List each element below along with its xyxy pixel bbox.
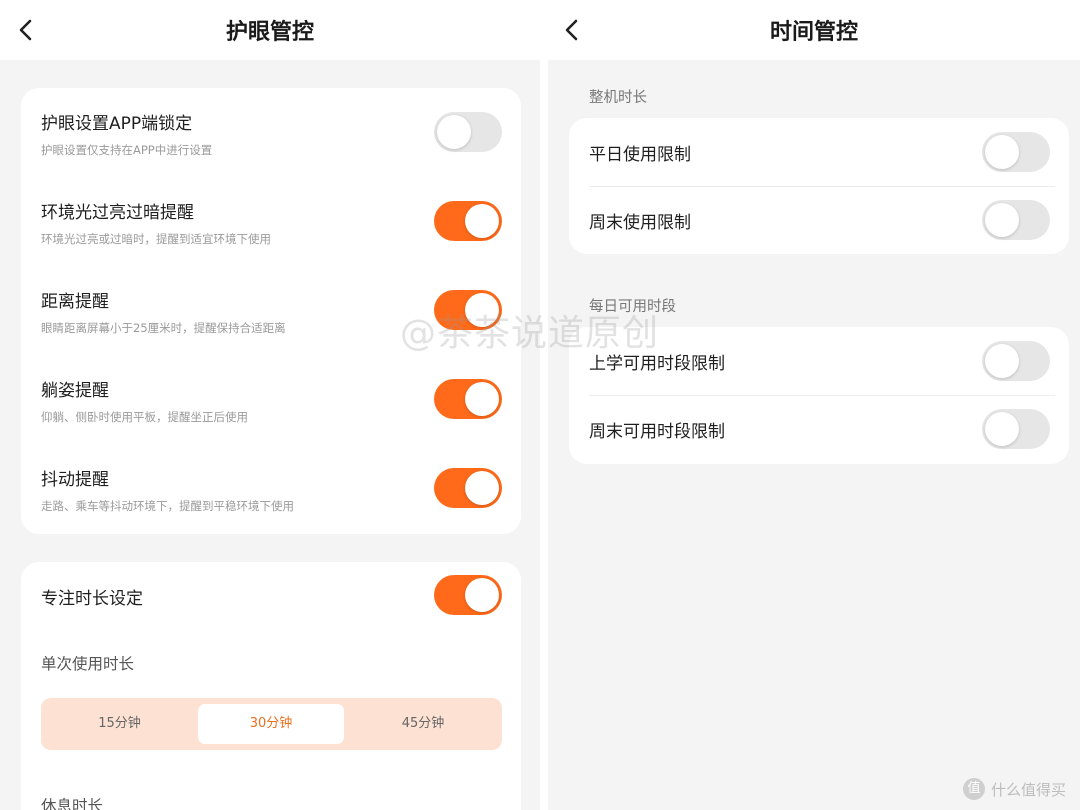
weekend-limit-toggle[interactable] bbox=[982, 200, 1050, 240]
duration-segmented-control: 15分钟 30分钟 45分钟 bbox=[41, 698, 502, 750]
rest-duration-label: 休息时长 bbox=[41, 797, 104, 810]
brand-text: 什么值得买 bbox=[990, 780, 1066, 799]
brand-icon: 值 bbox=[962, 778, 985, 800]
setting-description: 眼睛距离屏幕小于25厘米时，提醒保持合适距离 bbox=[41, 321, 286, 335]
setting-description: 护眼设置仅支持在APP中进行设置 bbox=[41, 143, 213, 157]
list-item: 上学可用时段限制 bbox=[569, 327, 1069, 395]
focus-duration-toggle[interactable] bbox=[434, 575, 502, 615]
setting-label: 周末可用时段限制 bbox=[589, 422, 725, 442]
page-title: 护眼管控 bbox=[225, 20, 314, 45]
section-label: 整机时长 bbox=[589, 90, 647, 106]
list-item: 躺姿提醒 仰躺、侧卧时使用平板，提醒坐正后使用 bbox=[21, 355, 521, 444]
lying-posture-toggle[interactable] bbox=[434, 379, 502, 419]
focus-duration-card: 专注时长设定 单次使用时长 15分钟 30分钟 45分钟 休息时长 bbox=[21, 562, 521, 810]
list-item: 距离提醒 眼睛距离屏幕小于25厘米时，提醒保持合适距离 bbox=[21, 266, 521, 355]
list-item: 周末可用时段限制 bbox=[569, 395, 1069, 463]
list-item: 环境光过亮过暗提醒 环境光过亮或过暗时，提醒到适宜环境下使用 bbox=[21, 177, 521, 266]
list-item: 抖动提醒 走路、乘车等抖动环境下，提醒到平稳环境下使用 bbox=[21, 444, 521, 533]
weekend-period-limit-toggle[interactable] bbox=[982, 409, 1050, 449]
setting-description: 仰躺、侧卧时使用平板，提醒坐正后使用 bbox=[41, 410, 248, 424]
app-lock-toggle[interactable] bbox=[434, 112, 502, 152]
list-item: 周末使用限制 bbox=[569, 186, 1069, 254]
setting-description: 走路、乘车等抖动环境下，提醒到平稳环境下使用 bbox=[41, 499, 294, 513]
device-duration-card: 平日使用限制 周末使用限制 bbox=[569, 118, 1069, 254]
duration-option-45[interactable]: 45分钟 bbox=[344, 698, 502, 750]
top-bar: 护眼管控 bbox=[0, 0, 540, 60]
back-button[interactable] bbox=[560, 16, 584, 44]
setting-label: 环境光过亮过暗提醒 bbox=[41, 203, 194, 223]
time-control-panel: 时间管控 整机时长 平日使用限制 周末使用限制 每日可用时段 上学可用时段限制 … bbox=[548, 0, 1080, 810]
single-use-duration-label: 单次使用时长 bbox=[41, 655, 135, 673]
ambient-light-toggle[interactable] bbox=[434, 201, 502, 241]
shake-reminder-toggle[interactable] bbox=[434, 468, 502, 508]
duration-option-30[interactable]: 30分钟 bbox=[198, 704, 344, 744]
school-period-limit-toggle[interactable] bbox=[982, 341, 1050, 381]
focus-duration-label: 专注时长设定 bbox=[41, 589, 143, 609]
page-title: 时间管控 bbox=[769, 20, 858, 45]
distance-reminder-toggle[interactable] bbox=[434, 290, 502, 330]
daily-period-card: 上学可用时段限制 周末可用时段限制 bbox=[569, 327, 1069, 464]
setting-label: 护眼设置APP端锁定 bbox=[41, 114, 193, 134]
setting-label: 周末使用限制 bbox=[589, 213, 691, 233]
eye-care-panel: 护眼管控 护眼设置APP端锁定 护眼设置仅支持在APP中进行设置 环境光过亮过暗… bbox=[0, 0, 540, 810]
setting-description: 环境光过亮或过暗时，提醒到适宜环境下使用 bbox=[41, 232, 271, 246]
panel-divider bbox=[540, 0, 548, 810]
chevron-left-icon bbox=[565, 19, 578, 41]
list-item: 平日使用限制 bbox=[569, 118, 1069, 186]
setting-label: 平日使用限制 bbox=[589, 145, 691, 165]
chevron-left-icon bbox=[19, 19, 32, 41]
setting-label: 躺姿提醒 bbox=[41, 381, 109, 401]
list-item: 护眼设置APP端锁定 护眼设置仅支持在APP中进行设置 bbox=[21, 88, 521, 177]
brand-logo: 值 什么值得买 bbox=[962, 778, 1066, 800]
setting-label: 抖动提醒 bbox=[41, 470, 109, 490]
section-label: 每日可用时段 bbox=[589, 299, 676, 315]
top-bar: 时间管控 bbox=[548, 0, 1080, 60]
back-button[interactable] bbox=[14, 16, 38, 44]
setting-label: 距离提醒 bbox=[41, 292, 109, 312]
eye-settings-card: 护眼设置APP端锁定 护眼设置仅支持在APP中进行设置 环境光过亮过暗提醒 环境… bbox=[21, 88, 521, 534]
duration-option-15[interactable]: 15分钟 bbox=[41, 698, 198, 750]
setting-label: 上学可用时段限制 bbox=[589, 354, 725, 374]
weekday-limit-toggle[interactable] bbox=[982, 132, 1050, 172]
